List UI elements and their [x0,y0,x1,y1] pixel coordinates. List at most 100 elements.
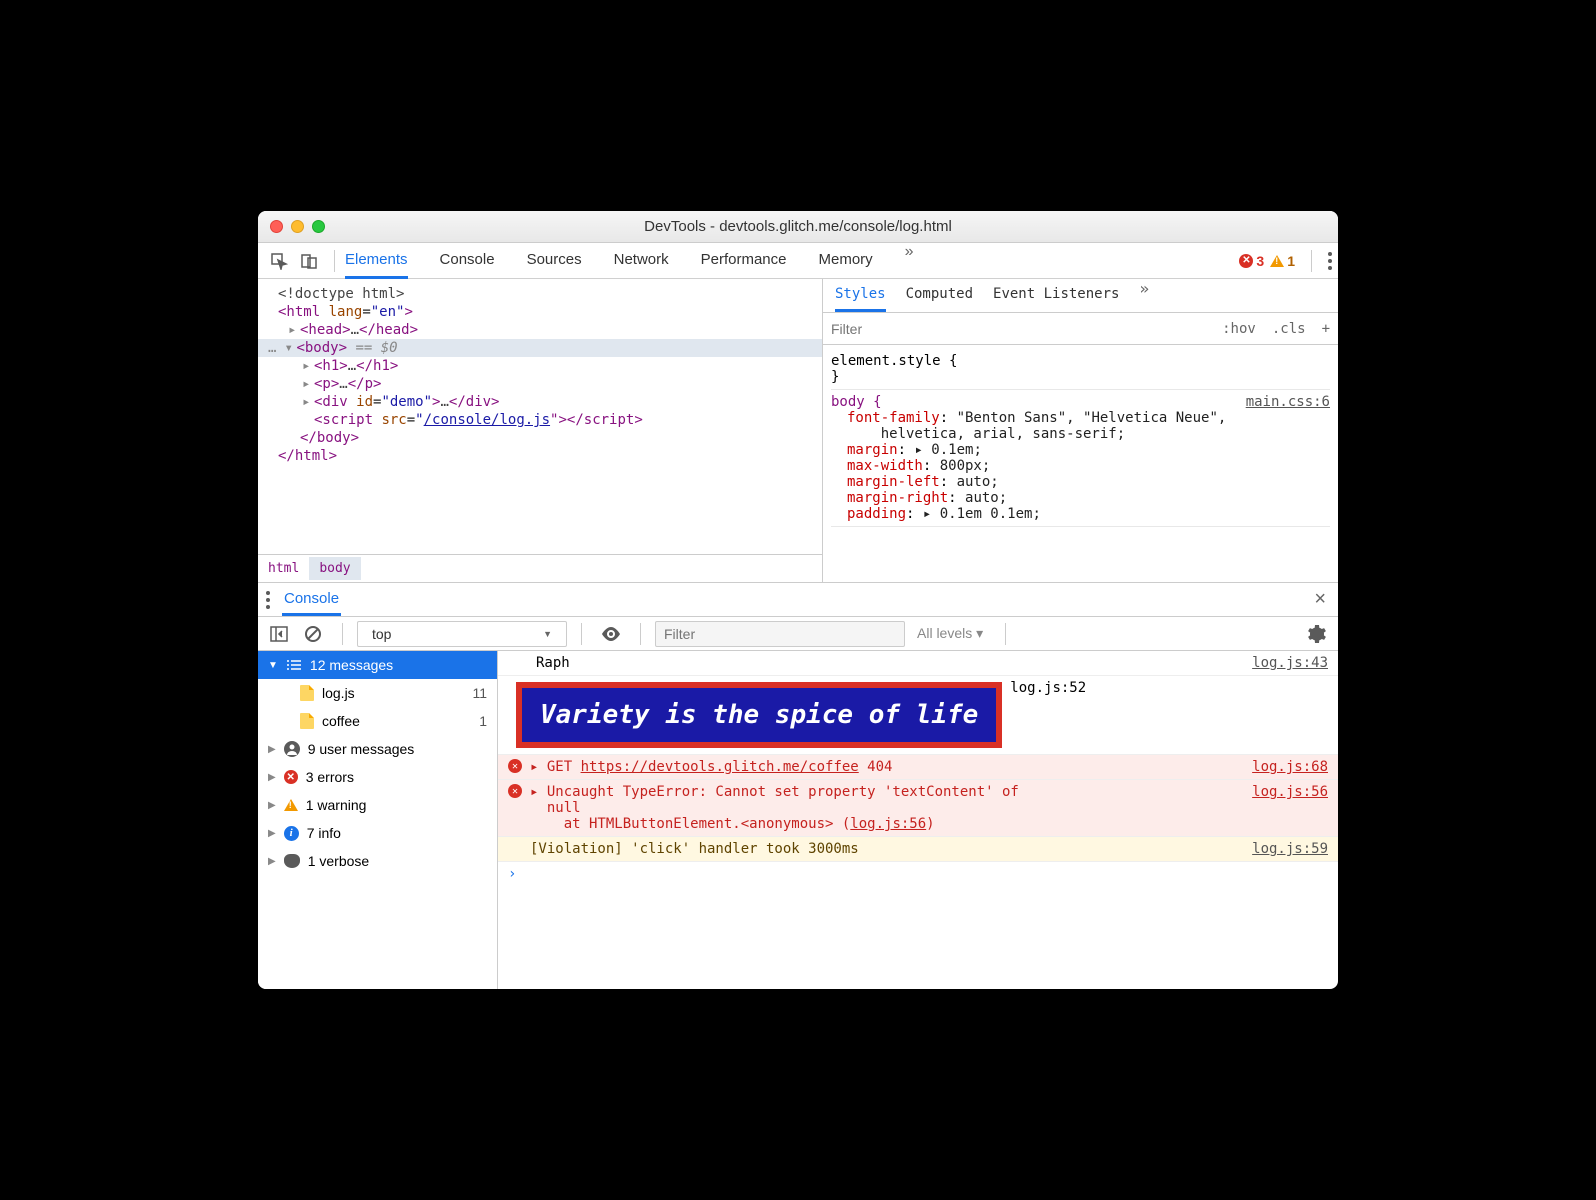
clear-console-icon[interactable] [302,623,324,645]
styles-panel: Styles Computed Event Listeners :hov .cl… [823,279,1338,582]
console-output: Raphlog.js:43 Variety is the spice of li… [498,651,1338,989]
close-drawer-icon[interactable]: × [1310,588,1330,611]
separator [581,623,582,645]
add-rule-button[interactable]: + [1314,321,1338,337]
sidebar-errors[interactable]: ▶✕3 errors [258,763,497,791]
source-link[interactable]: log.js:52 [1010,680,1086,750]
console-row[interactable]: Raphlog.js:43 [498,651,1338,676]
bug-icon [284,854,300,868]
crumb-html[interactable]: html [258,557,309,580]
info-icon: i [284,826,299,841]
dom-node[interactable]: <script src="/console/log.js"></script> [258,411,822,429]
console-row-violation[interactable]: [Violation] 'click' handler took 3000msl… [498,837,1338,862]
tab-event-listeners[interactable]: Event Listeners [993,279,1119,312]
source-link[interactable]: log.js:59 [1252,841,1328,857]
expand-icon: ▶ [268,772,276,783]
console-toolbar: top All levels ▾ [258,617,1338,651]
dom-node[interactable]: ▸<head>…</head> [258,321,822,339]
sidebar-count-label: 12 messages [310,657,393,673]
tab-sources[interactable]: Sources [527,243,582,279]
expand-icon[interactable]: ▸ [288,322,300,338]
separator [1005,623,1006,645]
expand-icon: ▶ [268,744,276,755]
separator [1311,250,1312,272]
expand-icon[interactable]: ▸ [302,394,314,410]
crumb-body[interactable]: body [309,557,360,580]
file-icon [300,713,314,729]
separator [640,623,641,645]
console-settings-icon[interactable] [1306,623,1328,645]
titlebar: DevTools - devtools.glitch.me/console/lo… [258,211,1338,243]
sidebar-toggle-icon[interactable] [268,623,290,645]
inspect-icon[interactable] [268,250,290,272]
body-rule[interactable]: main.css:6 body { font-family: "Benton S… [831,390,1330,527]
console-filter-input[interactable] [655,621,905,647]
sidebar-info[interactable]: ▶i7 info [258,819,497,847]
warning-count[interactable]: 1 [1270,253,1295,269]
sidebar-file[interactable]: log.js11 [258,679,497,707]
dom-tree-panel: <!doctype html> <html lang="en"> ▸<head>… [258,279,823,582]
tab-computed[interactable]: Computed [906,279,973,312]
breadcrumb: html body [258,554,822,582]
expand-icon[interactable]: ▸ [302,376,314,392]
dom-node[interactable]: <html lang="en"> [258,303,822,321]
more-tabs-icon[interactable] [905,243,914,279]
sidebar-file[interactable]: coffee1 [258,707,497,735]
device-icon[interactable] [298,250,320,272]
more-tabs-icon[interactable] [1139,279,1149,312]
expand-icon: ▶ [268,856,276,867]
console-row-error[interactable]: ✕ ▸ GET https://devtools.glitch.me/coffe… [498,755,1338,780]
dom-node[interactable]: </body> [258,429,822,447]
sidebar-user-messages[interactable]: ▶9 user messages [258,735,497,763]
separator [334,250,335,272]
tab-styles[interactable]: Styles [835,279,886,312]
styles-filter-input[interactable] [823,317,1214,341]
collapse-icon[interactable]: ▾ [284,340,296,356]
source-link[interactable]: log.js:43 [1252,655,1328,671]
settings-menu-icon[interactable] [1328,252,1332,270]
console-row-error[interactable]: ✕ ▸ Uncaught TypeError: Cannot set prope… [498,780,1338,837]
styles-filter-bar: :hov .cls + [823,313,1338,345]
log-levels-dropdown[interactable]: All levels ▾ [909,625,991,642]
expand-icon: ▶ [268,828,276,839]
console-sidebar: ▼ 12 messages log.js11 coffee1 ▶9 user m… [258,651,498,989]
tab-network[interactable]: Network [614,243,669,279]
cls-button[interactable]: .cls [1264,321,1314,337]
sidebar-all-messages[interactable]: ▼ 12 messages [258,651,497,679]
dom-node[interactable]: ▸<h1>…</h1> [258,357,822,375]
context-selector[interactable]: top [357,621,567,647]
window-title: DevTools - devtools.glitch.me/console/lo… [258,218,1338,235]
tab-memory[interactable]: Memory [819,243,873,279]
expand-icon[interactable]: ▸ [302,358,314,374]
sidebar-verbose[interactable]: ▶1 verbose [258,847,497,875]
tab-elements[interactable]: Elements [345,243,408,279]
dom-node-selected[interactable]: …▾<body> == $0 [258,339,822,357]
live-expression-icon[interactable] [600,623,622,645]
user-icon [284,741,300,757]
sidebar-warnings[interactable]: ▶1 warning [258,791,497,819]
panel-tabs: Elements Console Sources Network Perform… [345,243,1239,279]
warning-icon [284,799,298,811]
element-style-rule[interactable]: element.style { } [831,349,1330,390]
styled-log-banner: Variety is the spice of life [516,682,1002,748]
console-drawer-tab: Console × [258,583,1338,617]
hov-button[interactable]: :hov [1214,321,1264,337]
source-link[interactable]: main.css:6 [1246,394,1330,410]
source-link[interactable]: log.js:68 [1252,759,1328,775]
error-icon: ✕ [508,759,522,773]
style-rules: element.style { } main.css:6 body { font… [823,345,1338,582]
drawer-menu-icon[interactable] [266,591,270,609]
console-drawer-label[interactable]: Console [282,584,341,616]
error-count[interactable]: ✕3 [1239,253,1264,269]
devtools-window: DevTools - devtools.glitch.me/console/lo… [258,211,1338,989]
console-prompt[interactable]: › [498,862,1338,886]
dom-node[interactable]: </html> [258,447,822,465]
source-link[interactable]: log.js:56 [1252,784,1328,832]
tab-console[interactable]: Console [440,243,495,279]
dom-node[interactable]: ▸<div id="demo">…</div> [258,393,822,411]
styles-tabs: Styles Computed Event Listeners [823,279,1338,313]
dom-node[interactable]: ▸<p>…</p> [258,375,822,393]
tab-performance[interactable]: Performance [701,243,787,279]
dom-node[interactable]: <!doctype html> [258,285,822,303]
console-row-styled[interactable]: Variety is the spice of life log.js:52 [498,676,1338,755]
